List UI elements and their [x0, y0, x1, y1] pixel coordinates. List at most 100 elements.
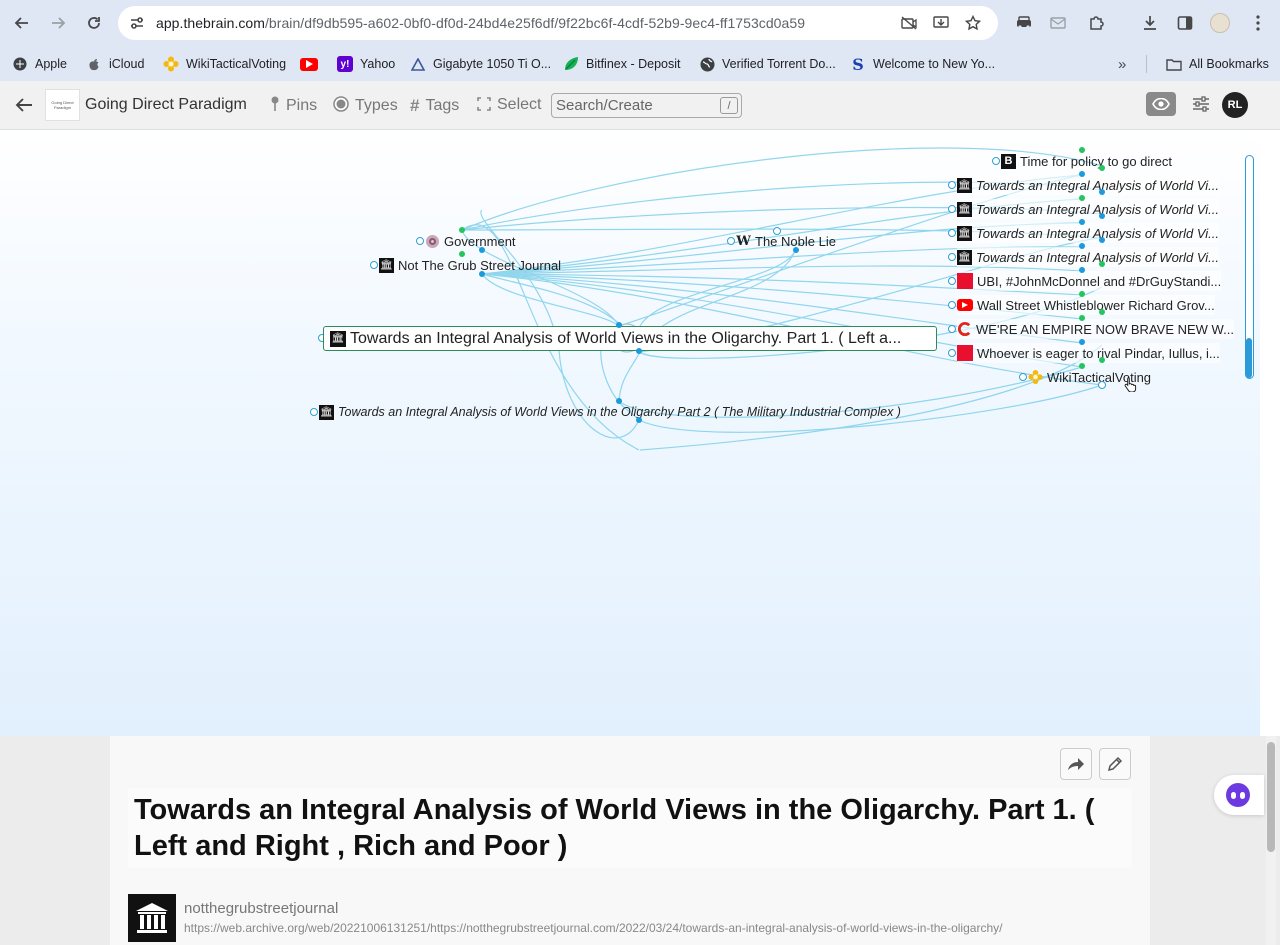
page-scrollbar-thumb[interactable]	[1267, 742, 1275, 852]
pencil-icon[interactable]	[1099, 748, 1131, 780]
page-scrollbar[interactable]	[1266, 736, 1276, 945]
note-title[interactable]: Towards an Integral Analysis of World Vi…	[128, 788, 1132, 868]
thought-gate-green[interactable]	[1099, 261, 1105, 267]
install-app-icon[interactable]	[930, 13, 952, 33]
reload-icon[interactable]	[80, 9, 108, 37]
sibling-oligarchy-2[interactable]: 🏛 Towards an Integral Analysis of World …	[957, 199, 1220, 219]
bookmarks-overflow-button[interactable]: »	[1118, 52, 1126, 76]
thought-gate-green[interactable]	[1099, 357, 1105, 363]
thought-the-noble-lie[interactable]: W The Noble Lie	[736, 231, 836, 251]
star-icon[interactable]	[962, 13, 984, 33]
thought-gate-blue[interactable]	[1099, 189, 1105, 195]
search-input[interactable]	[556, 95, 716, 116]
avatar[interactable]: RL	[1222, 92, 1248, 118]
assistant-button[interactable]	[1214, 775, 1264, 815]
sibling-link-handle[interactable]	[948, 349, 956, 357]
download-icon[interactable]	[1138, 11, 1162, 35]
thought-gate-blue[interactable]	[1079, 267, 1085, 273]
sibling-oligarchy-3[interactable]: 🏛 Towards an Integral Analysis of World …	[957, 223, 1220, 243]
thought-gate-blue[interactable]	[479, 271, 485, 277]
extensions-puzzle-icon[interactable]	[1084, 11, 1108, 35]
thought-gate-green[interactable]	[1079, 195, 1085, 201]
menu-dots-icon[interactable]	[1246, 11, 1270, 35]
bookmark-youtube[interactable]	[300, 52, 325, 76]
thought-gate-green[interactable]	[1079, 363, 1085, 369]
thought-gate-green[interactable]	[1099, 309, 1105, 315]
child-link-handle[interactable]	[310, 408, 318, 416]
back-arrow-icon[interactable]	[12, 93, 36, 117]
thought-gate-blue[interactable]	[1099, 213, 1105, 219]
sibling-rival-pindar[interactable]: Whoever is eager to rival Pindar, Iullus…	[957, 343, 1220, 363]
extension-car-icon[interactable]	[1012, 11, 1036, 35]
sibling-ubi[interactable]: UBI, #JohnMcDonnel and #DrGuyStandi...	[957, 271, 1222, 291]
types-button[interactable]: Types	[333, 96, 398, 115]
thought-gate-green[interactable]	[1079, 315, 1085, 321]
forward-arrow-icon[interactable]	[44, 9, 72, 37]
bookmark-gigabyte[interactable]: Gigabyte 1050 Ti O...	[410, 52, 551, 76]
active-thought[interactable]: 🏛 Towards an Integral Analysis of World …	[323, 326, 937, 351]
eye-icon[interactable]	[1146, 92, 1176, 116]
url-text[interactable]: app.thebrain.com/brain/df9db595-a602-0bf…	[156, 15, 805, 31]
parent-link-handle[interactable]	[370, 261, 378, 269]
thought-gate-blue[interactable]	[1099, 237, 1105, 243]
share-arrow-icon[interactable]	[1060, 748, 1092, 780]
plex-scrollbar[interactable]	[1245, 155, 1254, 379]
sibling-wall-street-whistleblower[interactable]: Wall Street Whistleblower Richard Grov..…	[957, 295, 1215, 315]
search-box[interactable]: /	[551, 93, 742, 118]
sibling-link-handle[interactable]	[948, 229, 956, 237]
thought-gate-green[interactable]	[459, 251, 465, 257]
tags-button[interactable]: # Tags	[410, 96, 459, 116]
camera-off-icon[interactable]	[898, 13, 920, 33]
brain-title[interactable]: Going Direct Paradigm	[85, 96, 247, 114]
back-arrow-icon[interactable]	[8, 9, 36, 37]
thought-gate-blue[interactable]	[1079, 339, 1085, 345]
plex-scrollbar-thumb[interactable]	[1246, 338, 1252, 378]
sibling-oligarchy-4[interactable]: 🏛 Towards an Integral Analysis of World …	[957, 247, 1220, 267]
thought-gate-green[interactable]	[1099, 165, 1105, 171]
sibling-link-handle[interactable]	[948, 253, 956, 261]
bookmark-bitfinex[interactable]: Bitfinex - Deposit	[563, 52, 680, 76]
attachment-link-url[interactable]: https://web.archive.org/web/202210061312…	[184, 921, 1002, 935]
parent-link-handle[interactable]	[416, 237, 424, 245]
thought-gate-blue[interactable]	[793, 247, 799, 253]
thought-gate-blue[interactable]	[636, 417, 642, 423]
thought-gate-blue[interactable]	[616, 322, 622, 328]
plex-graph[interactable]: Government 🏛 Not The Grub Street Journal…	[0, 130, 1260, 736]
all-bookmarks-button[interactable]: All Bookmarks	[1166, 52, 1269, 76]
bookmark-apple[interactable]: Apple	[12, 52, 67, 76]
sibling-link-handle[interactable]	[948, 205, 956, 213]
bookmark-verified-torrent[interactable]: Verified Torrent Do...	[699, 52, 836, 76]
thought-gate-green[interactable]	[459, 227, 465, 233]
sibling-link-handle[interactable]	[948, 301, 956, 309]
sibling-link-handle[interactable]	[948, 181, 956, 189]
sibling-link-handle[interactable]	[948, 325, 956, 333]
thought-gate-blue[interactable]	[636, 348, 642, 354]
thought-gate-green[interactable]	[1079, 147, 1085, 153]
side-panel-icon[interactable]	[1173, 11, 1197, 35]
sibling-link-handle[interactable]	[1019, 373, 1027, 381]
jump-link-handle[interactable]	[727, 237, 735, 245]
sibling-link-handle[interactable]	[1098, 381, 1106, 389]
address-bar[interactable]: app.thebrain.com/brain/df9db595-a602-0bf…	[118, 6, 998, 40]
thought-government[interactable]: Government	[425, 231, 516, 251]
site-info-icon[interactable]	[126, 13, 148, 33]
thought-gate-green[interactable]	[1079, 291, 1085, 297]
pins-button[interactable]: Pins	[270, 96, 317, 115]
bookmark-wikitacticalvoting[interactable]: WikiTacticalVoting	[163, 52, 286, 76]
thought-gate-blue[interactable]	[1079, 243, 1085, 249]
extension-mail-icon[interactable]	[1046, 11, 1070, 35]
sibling-time-for-policy[interactable]: B Time for policy to go direct	[1001, 151, 1172, 171]
attachment-link-name[interactable]: notthegrubstreetjournal	[184, 900, 338, 917]
select-button[interactable]: Select	[477, 96, 541, 114]
sibling-oligarchy-1[interactable]: 🏛 Towards an Integral Analysis of World …	[957, 175, 1220, 195]
thought-gate-blue[interactable]	[1079, 219, 1085, 225]
thought-oligarchy-part-2[interactable]: 🏛 Towards an Integral Analysis of World …	[319, 402, 901, 422]
sibling-link-handle[interactable]	[948, 277, 956, 285]
thought-gate-blue[interactable]	[479, 247, 485, 253]
profile-avatar-icon[interactable]	[1208, 11, 1232, 35]
sibling-link-handle[interactable]	[992, 157, 1000, 165]
sibling-empire-now[interactable]: WE'RE AN EMPIRE NOW BRAVE NEW W...	[957, 319, 1234, 339]
brain-thumbnail[interactable]: Going Direct Paradigm	[45, 89, 80, 121]
sliders-icon[interactable]	[1190, 93, 1212, 115]
bookmark-icloud[interactable]: iCloud	[86, 52, 144, 76]
